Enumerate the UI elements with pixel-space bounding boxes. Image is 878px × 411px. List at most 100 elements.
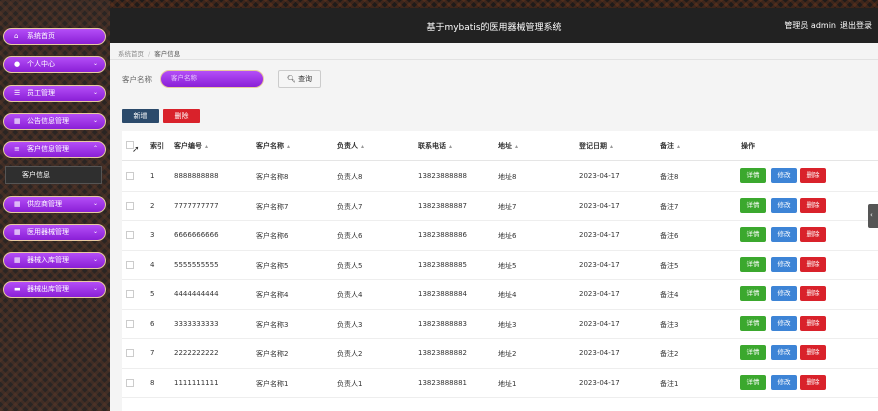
cell-address: 地址8 [498, 173, 517, 181]
sidebar-item-inbound[interactable]: ▦ 器械入库管理 ⌄ [3, 252, 106, 269]
row-checkbox[interactable] [126, 260, 134, 269]
row-checkbox[interactable] [126, 172, 134, 180]
sidebar-item-notices[interactable]: ▦ 公告信息管理 ⌄ [3, 113, 106, 130]
cell-owner: 负责人2 [337, 350, 363, 358]
sidebar-item-staff[interactable]: ☰ 员工管理 ⌄ [3, 85, 106, 102]
row-checkbox[interactable] [126, 349, 134, 357]
sidebar: ⌂ 系统首页 ● 个人中心 ⌄ ☰ 员工管理 ⌄ ▦ 公告信息管理 ⌄ ≡ 客户信息管理 ⌃ 客户… [0, 0, 110, 411]
edit-button[interactable]: 修改 [771, 286, 797, 301]
sidebar-item-label: 医用器械管理 [27, 228, 69, 236]
row-checkbox[interactable] [126, 319, 134, 328]
chevron-down-icon: ⌄ [92, 60, 98, 67]
cell-address: 地址7 [498, 202, 517, 211]
delete-button[interactable]: 删除 [800, 286, 826, 301]
column-header-address[interactable]: 地址 ▴ [498, 141, 518, 151]
column-header-name[interactable]: 客户名称 ▴ [256, 141, 290, 151]
delete-button[interactable]: 删除 [800, 345, 826, 360]
column-header-note[interactable]: 备注 ▴ [660, 141, 680, 151]
cell-owner: 负责人5 [337, 261, 363, 270]
cell-date: 2023-04-17 [579, 172, 620, 180]
top-header: 基于mybatis的医用器械管理系统 管理员 admin 退出登录 [0, 0, 878, 43]
search-input[interactable]: 客户名称 [160, 70, 264, 88]
sort-icon: ▴ [361, 143, 365, 150]
data-table: ➚ 索引 客户编号 ▴ 客户名称 ▴ 负责人 ▴ 联系电话 ▴ 地址 ▴ 登记日期 ▴ 备注… [122, 131, 878, 411]
delete-button[interactable]: 删除 [800, 197, 826, 213]
delete-button[interactable]: 删除 [800, 227, 826, 242]
edit-button[interactable]: 修改 [771, 227, 797, 242]
detail-button[interactable]: 详情 [740, 315, 766, 331]
sidebar-item-devices[interactable]: ▦ 医用器械管理 ⌄ [3, 224, 106, 241]
edit-button[interactable]: 修改 [771, 197, 797, 213]
sidebar-item-home[interactable]: ⌂ 系统首页 [3, 28, 106, 45]
sidebar-item-label: 系统首页 [27, 32, 55, 40]
chevron-down-icon: ⌄ [92, 89, 98, 96]
bulk-delete-button[interactable]: 删除 [163, 109, 200, 123]
cell-phone: 13823888881 [418, 378, 467, 387]
row-checkbox[interactable] [126, 201, 134, 210]
chevron-down-icon: ⌄ [92, 228, 98, 235]
table-row: 8 1111111111 客户名称1 负责人1 13823888881 地址1 2023-0… [122, 369, 878, 398]
cell-date: 2023-04-17 [579, 260, 620, 269]
detail-button[interactable]: 详情 [740, 256, 766, 272]
cell-name: 客户名称8 [256, 173, 289, 181]
cell-code: 3333333333 [174, 319, 219, 328]
cell-phone: 13823888885 [418, 260, 467, 269]
logout-link[interactable]: 退出登录 [840, 21, 872, 30]
row-checkbox[interactable] [126, 290, 134, 298]
detail-button[interactable]: 详情 [740, 374, 766, 390]
sidebar-item-customers[interactable]: ≡ 客户信息管理 ⌃ [3, 141, 106, 158]
column-header-phone[interactable]: 联系电话 ▴ [418, 141, 452, 151]
user-label: 管理员 admin [784, 21, 836, 30]
sidebar-subitem-customer-info[interactable]: 客户信息 [5, 166, 102, 184]
sidebar-item-label: 员工管理 [27, 89, 55, 97]
edit-button[interactable]: 修改 [771, 374, 797, 390]
cell-note: 备注3 [660, 320, 679, 329]
column-header-owner[interactable]: 负责人 ▴ [337, 141, 364, 151]
cell-phone: 13823888884 [418, 290, 467, 298]
column-header-date[interactable]: 登记日期 ▴ [579, 141, 613, 151]
user-icon: ● [14, 60, 21, 68]
detail-button[interactable]: 详情 [740, 197, 766, 213]
list-icon: ≡ [14, 145, 20, 153]
card-icon: ▬ [14, 285, 21, 293]
delete-button[interactable]: 删除 [800, 168, 826, 183]
breadcrumb-home[interactable]: 系统首页 [118, 50, 144, 58]
detail-button[interactable]: 详情 [740, 227, 766, 242]
edit-button[interactable]: 修改 [771, 256, 797, 272]
chevron-down-icon: ⌄ [92, 285, 98, 292]
search-button[interactable]: 🔍︎ 查询 [278, 70, 321, 88]
breadcrumb-separator: / [148, 50, 151, 58]
cell-date: 2023-04-17 [579, 349, 620, 357]
sidebar-item-personal-center[interactable]: ● 个人中心 ⌄ [3, 56, 106, 73]
delete-button[interactable]: 删除 [800, 256, 826, 272]
cell-date: 2023-04-17 [579, 378, 620, 387]
add-button[interactable]: 新增 [122, 109, 159, 123]
detail-button[interactable]: 详情 [740, 286, 766, 301]
breadcrumb: 系统首页 / 客户信息 [118, 48, 180, 58]
delete-button[interactable]: 删除 [800, 315, 826, 331]
cell-address: 地址1 [498, 379, 517, 388]
row-checkbox[interactable] [126, 378, 134, 387]
sidebar-item-suppliers[interactable]: ▦ 供应商管理 ⌄ [3, 196, 106, 213]
cell-phone: 13823888887 [418, 201, 467, 210]
table-row: 7 2222222222 客户名称2 负责人2 13823888882 地址2 2023-0… [122, 339, 878, 369]
row-checkbox[interactable] [126, 231, 134, 239]
cell-owner: 负责人4 [337, 291, 363, 299]
cell-address: 地址3 [498, 320, 517, 329]
detail-button[interactable]: 详情 [740, 345, 766, 360]
scroll-handle[interactable]: ‹ [868, 204, 878, 228]
edit-button[interactable]: 修改 [771, 315, 797, 331]
sidebar-item-outbound[interactable]: ▬ 器械出库管理 ⌄ [3, 281, 106, 298]
sort-icon: ▴ [205, 143, 209, 150]
edit-button[interactable]: 修改 [771, 345, 797, 360]
search-icon: 🔍︎ [286, 75, 296, 83]
delete-button[interactable]: 删除 [800, 374, 826, 390]
column-header-code[interactable]: 客户编号 ▴ [174, 141, 208, 151]
cell-note: 备注7 [660, 202, 679, 211]
detail-button[interactable]: 详情 [740, 168, 766, 183]
search-button-label: 查询 [298, 75, 313, 83]
sidebar-item-label: 器械出库管理 [27, 285, 69, 293]
cell-code: 6666666666 [174, 231, 219, 239]
edit-button[interactable]: 修改 [771, 168, 797, 183]
cell-index: 4 [150, 260, 155, 269]
